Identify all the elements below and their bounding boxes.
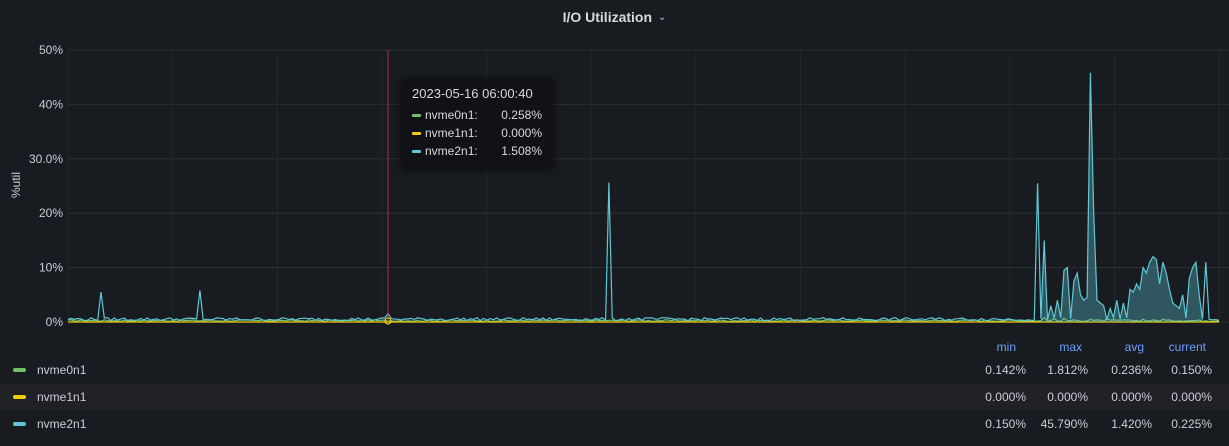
legend-series-name[interactable]: nvme2n1: [37, 417, 86, 431]
legend-current: 0.000%: [1171, 390, 1212, 404]
tooltip-series-name: nvme2n1:: [425, 144, 478, 158]
tooltip-time: 2023-05-16 06:00:40: [412, 86, 533, 101]
legend-avg: 0.236%: [1111, 363, 1152, 377]
tooltip-series-name: nvme1n1:: [425, 126, 478, 140]
legend-max: 45.790%: [1040, 417, 1088, 431]
tooltip-row-nvme0n1: nvme0n1: 0.258%: [412, 106, 542, 124]
series-area-nvme2n1: [1040, 72, 1203, 322]
tooltip-series-value: 0.000%: [501, 126, 542, 140]
chart-canvas[interactable]: 0% 10% 20% 30.0% 40% 50%: [0, 0, 1229, 334]
y-tick-label: 0%: [46, 315, 64, 329]
legend-header-min[interactable]: min: [980, 340, 1016, 356]
tooltip-row-nvme2n1: nvme2n1: 1.508%: [412, 142, 542, 160]
legend-current: 0.150%: [1171, 363, 1212, 377]
legend-swatch: [13, 368, 26, 372]
y-tick-label: 40%: [39, 97, 63, 111]
tooltip-series-value: 0.258%: [501, 108, 542, 122]
legend-header-avg[interactable]: avg: [1108, 340, 1144, 356]
legend-current: 0.225%: [1171, 417, 1212, 431]
legend-row-nvme1n1[interactable]: nvme1n1 0.000% 0.000% 0.000% 0.000%: [0, 384, 1229, 410]
legend-max: 1.812%: [1047, 363, 1088, 377]
legend-row-nvme0n1[interactable]: nvme0n1 0.142% 1.812% 0.236% 0.150%: [0, 357, 1229, 383]
y-tick-label: 30.0%: [29, 152, 63, 166]
legend-series-name[interactable]: nvme0n1: [37, 363, 86, 377]
y-tick-label: 20%: [39, 206, 63, 220]
legend-table: min max avg current nvme0n1 0.142% 1.812…: [0, 334, 1229, 446]
legend-series-name[interactable]: nvme1n1: [37, 390, 86, 404]
legend-row-nvme2n1[interactable]: nvme2n1 0.150% 45.790% 1.420% 0.225%: [0, 411, 1229, 437]
legend-avg: 0.000%: [1111, 390, 1152, 404]
legend-min: 0.000%: [985, 390, 1026, 404]
hover-tooltip: 2023-05-16 06:00:40 nvme0n1: 0.258% nvme…: [401, 78, 553, 168]
tooltip-swatch: [412, 113, 421, 117]
series-line-nvme2n1: [67, 72, 1220, 322]
tooltip-swatch: [412, 149, 421, 153]
tooltip-swatch: [412, 131, 421, 135]
y-tick-label: 50%: [39, 43, 63, 57]
legend-max: 0.000%: [1047, 390, 1088, 404]
y-tick-label: 10%: [39, 261, 63, 275]
legend-header-max[interactable]: max: [1046, 340, 1082, 356]
tooltip-row-nvme1n1: nvme1n1: 0.000%: [412, 124, 542, 142]
legend-swatch: [13, 422, 26, 426]
legend-header-current[interactable]: current: [1150, 340, 1206, 356]
legend-avg: 1.420%: [1111, 417, 1152, 431]
legend-min: 0.150%: [985, 417, 1026, 431]
tooltip-series-value: 1.508%: [501, 144, 542, 158]
tooltip-series-name: nvme0n1:: [425, 108, 478, 122]
legend-min: 0.142%: [985, 363, 1026, 377]
legend-swatch: [13, 395, 26, 399]
